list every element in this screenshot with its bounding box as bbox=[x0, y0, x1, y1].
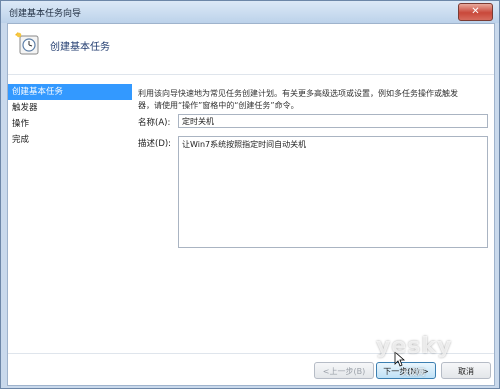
page-title: 创建基本任务 bbox=[50, 42, 110, 53]
description-line-2: 器，请使用“操作”窗格中的“创建任务”命令。 bbox=[138, 101, 299, 110]
watermark-logo: yesky bbox=[376, 334, 453, 359]
cancel-button[interactable]: 取消 bbox=[441, 362, 491, 379]
wizard-header: 创建基本任务 bbox=[8, 24, 494, 68]
step-trigger[interactable]: 触发器 bbox=[8, 100, 132, 116]
name-field[interactable]: 定时关机 bbox=[178, 114, 488, 128]
step-finish[interactable]: 完成 bbox=[8, 132, 132, 148]
wizard-window: 创建基本任务向导 ✕ 创建基本任务 创建基本任务 触发器 操作 完成 利用该向导… bbox=[0, 0, 500, 389]
header-divider bbox=[8, 74, 494, 75]
watermark-subtitle: 天极网 bbox=[401, 368, 425, 377]
name-label: 名称(A): bbox=[138, 118, 171, 128]
window-title: 创建基本任务向导 bbox=[9, 9, 82, 19]
wizard-steps-list: 创建基本任务 触发器 操作 完成 bbox=[8, 84, 132, 148]
title-bar[interactable]: 创建基本任务向导 ✕ bbox=[1, 1, 499, 23]
step-action[interactable]: 操作 bbox=[8, 116, 132, 132]
description-field[interactable]: 让Win7系统按照指定时间自动关机 bbox=[178, 136, 488, 248]
description-line-1: 利用该向导快速地为常见任务创建计划。有关更多高级选项或设置，例如多任务操作或触发 bbox=[138, 89, 458, 98]
wizard-client-area: 创建基本任务 创建基本任务 触发器 操作 完成 利用该向导快速地为常见任务创建计… bbox=[7, 23, 495, 386]
task-scheduler-wizard-icon bbox=[15, 32, 39, 55]
back-button[interactable]: <上一步(B) bbox=[314, 362, 374, 379]
wizard-description: 利用该向导快速地为常见任务创建计划。有关更多高级选项或设置，例如多任务操作或触发… bbox=[138, 88, 488, 112]
step-create-basic-task[interactable]: 创建基本任务 bbox=[8, 84, 132, 100]
close-button[interactable]: ✕ bbox=[458, 3, 493, 21]
description-label: 描述(D): bbox=[138, 139, 172, 149]
